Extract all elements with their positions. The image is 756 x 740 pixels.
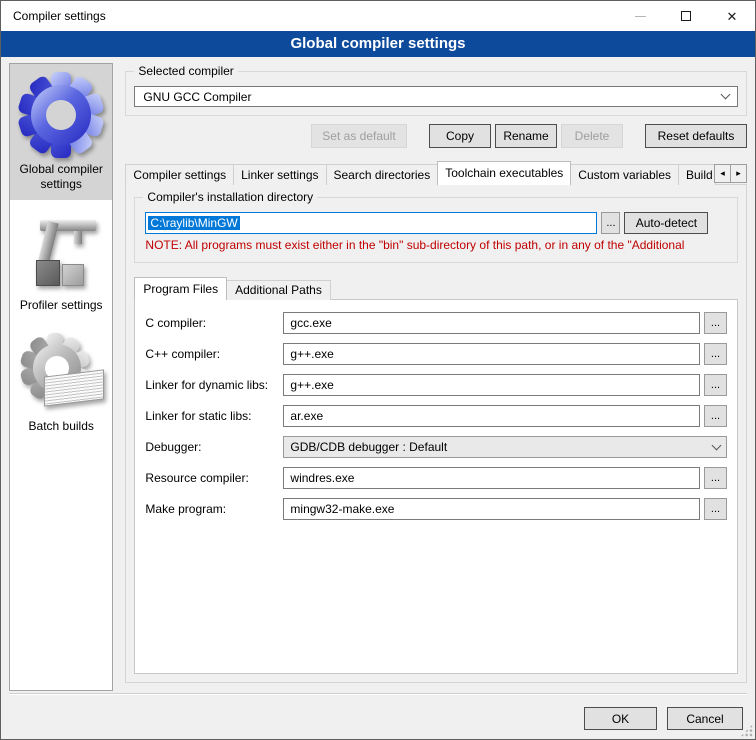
linker-static-input[interactable] bbox=[283, 405, 700, 427]
cancel-button[interactable]: Cancel bbox=[667, 707, 743, 730]
linker-dynamic-input[interactable] bbox=[283, 374, 700, 396]
resource-compiler-row: Resource compiler: ... bbox=[145, 467, 727, 489]
tab-scroll-right-button[interactable]: ▸ bbox=[730, 164, 747, 183]
sidebar-item-label: Global compiler settings bbox=[14, 162, 108, 192]
close-button[interactable]: ✕ bbox=[709, 1, 755, 31]
cpp-compiler-row: C++ compiler: ... bbox=[145, 343, 727, 365]
tab-toolchain-executables[interactable]: Toolchain executables bbox=[437, 161, 571, 185]
install-dir-selected-text: C:\raylib\MinGW bbox=[148, 216, 239, 230]
ok-button[interactable]: OK bbox=[584, 707, 657, 730]
tab-scroll-buttons: ◂ ▸ bbox=[715, 164, 747, 183]
installation-directory-row: C:\raylib\MinGW ... Auto-detect bbox=[145, 212, 727, 234]
tab-additional-paths[interactable]: Additional Paths bbox=[226, 280, 331, 300]
make-program-row: Make program: ... bbox=[145, 498, 727, 520]
linker-static-row: Linker for static libs: ... bbox=[145, 405, 727, 427]
maximize-button[interactable] bbox=[663, 1, 709, 31]
arrow-left-icon: ◂ bbox=[720, 168, 725, 178]
selected-compiler-group: Selected compiler GNU GCC Compiler bbox=[125, 71, 747, 116]
compiler-actions: Set as default Copy Rename Delete Reset … bbox=[125, 124, 747, 148]
program-files-tabs: Program Files Additional Paths bbox=[134, 277, 738, 300]
cpp-compiler-input[interactable] bbox=[283, 343, 700, 365]
field-label: C compiler: bbox=[145, 316, 283, 330]
footer-buttons: OK Cancel bbox=[584, 707, 743, 730]
main-panel: Selected compiler GNU GCC Compiler Set a… bbox=[125, 63, 747, 693]
compiler-select[interactable]: GNU GCC Compiler bbox=[134, 86, 738, 107]
debugger-select[interactable]: GDB/CDB debugger : Default bbox=[283, 436, 727, 458]
blue-gear-icon bbox=[18, 72, 104, 158]
sidebar-item-global-compiler-settings[interactable]: Global compiler settings bbox=[10, 64, 112, 200]
tab-build-options[interactable]: Build bbox=[678, 164, 716, 185]
field-label: Debugger: bbox=[145, 440, 283, 454]
auto-detect-button[interactable]: Auto-detect bbox=[624, 212, 708, 234]
settings-tabs: Compiler settings Linker settings Search… bbox=[125, 161, 747, 185]
installation-directory-group: Compiler's installation directory C:\ray… bbox=[134, 197, 738, 263]
installation-directory-legend: Compiler's installation directory bbox=[143, 190, 317, 204]
rename-button[interactable]: Rename bbox=[495, 124, 557, 148]
reset-defaults-button[interactable]: Reset defaults bbox=[645, 124, 747, 148]
tab-scroll-left-button[interactable]: ◂ bbox=[714, 164, 731, 183]
sidebar-item-label: Batch builds bbox=[29, 419, 94, 434]
dialog-content: Global compiler settings Profiler settin… bbox=[1, 57, 755, 693]
minimize-icon bbox=[635, 16, 646, 17]
tab-linker-settings[interactable]: Linker settings bbox=[233, 164, 326, 185]
debugger-select-value: GDB/CDB debugger : Default bbox=[290, 440, 447, 454]
linker-static-browse-button[interactable]: ... bbox=[704, 405, 727, 427]
compiler-settings-dialog: Compiler settings ✕ Global compiler sett… bbox=[0, 0, 756, 740]
field-label: Resource compiler: bbox=[145, 471, 283, 485]
compiler-select-value: GNU GCC Compiler bbox=[143, 90, 251, 104]
delete-button: Delete bbox=[561, 124, 623, 148]
tab-search-directories[interactable]: Search directories bbox=[326, 164, 439, 185]
footer-separator bbox=[9, 693, 747, 695]
set-as-default-button: Set as default bbox=[311, 124, 407, 148]
c-compiler-input[interactable] bbox=[283, 312, 700, 334]
sidebar-item-profiler-settings[interactable]: Profiler settings bbox=[10, 200, 112, 321]
tab-program-files[interactable]: Program Files bbox=[134, 277, 227, 300]
field-label: C++ compiler: bbox=[145, 347, 283, 361]
sidebar-item-batch-builds[interactable]: Batch builds bbox=[10, 321, 112, 442]
gear-stack-icon bbox=[18, 329, 104, 415]
bin-subdirectory-note: NOTE: All programs must exist either in … bbox=[145, 238, 727, 252]
chevron-down-icon bbox=[721, 90, 731, 100]
toolchain-executables-page: Compiler's installation directory C:\ray… bbox=[125, 184, 747, 683]
sidebar: Global compiler settings Profiler settin… bbox=[9, 63, 113, 691]
close-icon: ✕ bbox=[727, 10, 738, 23]
window-title: Compiler settings bbox=[1, 9, 106, 23]
field-label: Linker for dynamic libs: bbox=[145, 378, 283, 392]
resource-compiler-browse-button[interactable]: ... bbox=[704, 467, 727, 489]
c-compiler-browse-button[interactable]: ... bbox=[704, 312, 727, 334]
minimize-button[interactable] bbox=[617, 1, 663, 31]
maximize-icon bbox=[681, 11, 691, 21]
copy-button[interactable]: Copy bbox=[429, 124, 491, 148]
sidebar-item-label: Profiler settings bbox=[20, 298, 103, 313]
field-label: Linker for static libs: bbox=[145, 409, 283, 423]
tab-compiler-settings[interactable]: Compiler settings bbox=[125, 164, 234, 185]
program-files-panel: C compiler: ... C++ compiler: ... Linker… bbox=[134, 299, 738, 674]
tab-custom-variables[interactable]: Custom variables bbox=[570, 164, 679, 185]
linker-dynamic-row: Linker for dynamic libs: ... bbox=[145, 374, 727, 396]
install-dir-input[interactable]: C:\raylib\MinGW bbox=[145, 212, 597, 234]
debugger-row: Debugger: GDB/CDB debugger : Default bbox=[145, 436, 727, 458]
install-dir-browse-button[interactable]: ... bbox=[601, 212, 620, 234]
caliper-icon bbox=[18, 208, 104, 294]
chevron-down-icon bbox=[712, 440, 722, 450]
window-controls: ✕ bbox=[617, 1, 755, 31]
make-program-browse-button[interactable]: ... bbox=[704, 498, 727, 520]
resource-compiler-input[interactable] bbox=[283, 467, 700, 489]
field-label: Make program: bbox=[145, 502, 283, 516]
dialog-header-title: Global compiler settings bbox=[1, 31, 755, 57]
arrow-right-icon: ▸ bbox=[736, 168, 741, 178]
cpp-compiler-browse-button[interactable]: ... bbox=[704, 343, 727, 365]
linker-dynamic-browse-button[interactable]: ... bbox=[704, 374, 727, 396]
titlebar[interactable]: Compiler settings ✕ bbox=[1, 1, 755, 31]
selected-compiler-legend: Selected compiler bbox=[134, 64, 237, 78]
make-program-input[interactable] bbox=[283, 498, 700, 520]
c-compiler-row: C compiler: ... bbox=[145, 312, 727, 334]
